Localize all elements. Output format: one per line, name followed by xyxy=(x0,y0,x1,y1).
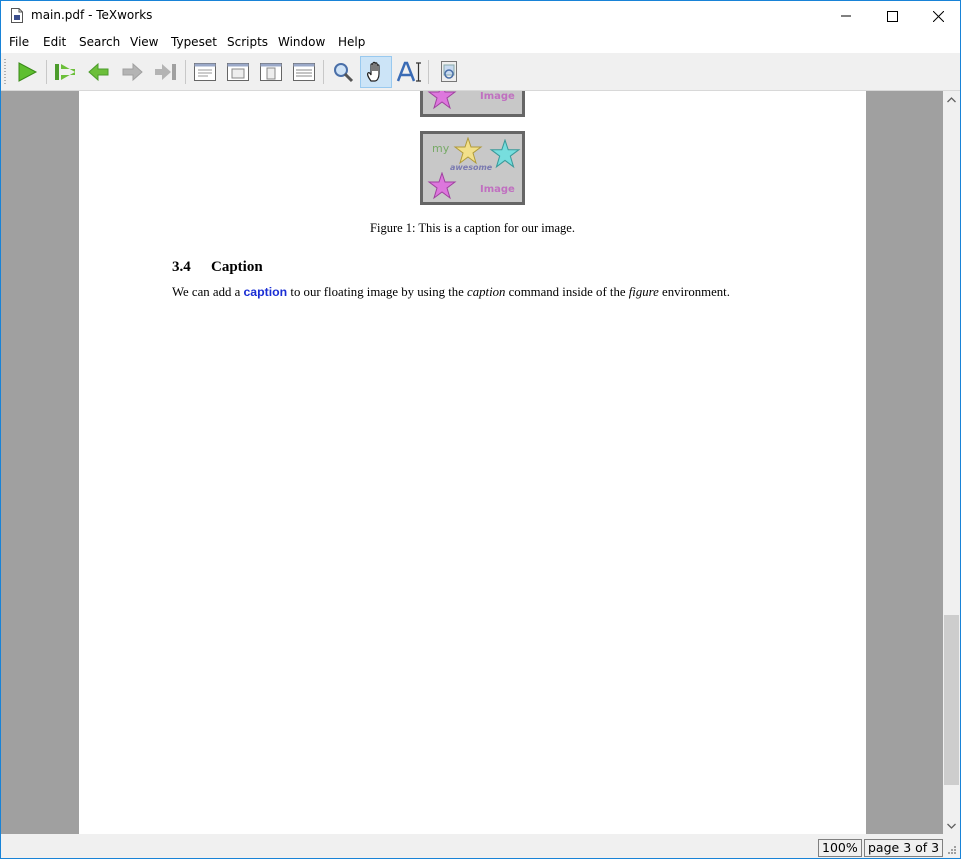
menu-window[interactable]: Window xyxy=(278,35,325,49)
first-page-button[interactable] xyxy=(50,57,80,87)
toolbar xyxy=(1,53,960,91)
menu-search[interactable]: Search xyxy=(79,35,120,49)
toolbar-separator xyxy=(428,60,429,84)
magnify-tool-button[interactable] xyxy=(328,57,358,87)
play-icon xyxy=(18,62,38,82)
paragraph-text: command inside of the xyxy=(505,285,629,299)
chevron-down-icon xyxy=(947,823,956,829)
last-page-button[interactable] xyxy=(151,57,181,87)
scroll-down-button[interactable] xyxy=(943,817,960,834)
figure-image-top: Image xyxy=(420,91,525,117)
page-actual-size-icon xyxy=(194,63,216,81)
menu-scripts[interactable]: Scripts xyxy=(227,35,268,49)
resize-grip-icon[interactable] xyxy=(945,845,957,857)
page-indicator[interactable]: page 3 of 3 xyxy=(864,839,944,857)
select-text-tool-button[interactable] xyxy=(394,57,424,87)
magnifier-icon xyxy=(334,63,354,83)
window-title: main.pdf - TeXworks xyxy=(31,8,153,22)
menu-file[interactable]: File xyxy=(9,35,29,49)
zoom-level[interactable]: 100% xyxy=(818,839,862,857)
title-bar: main.pdf - TeXworks xyxy=(1,1,960,31)
goto-source-button[interactable] xyxy=(434,57,464,87)
hand-icon xyxy=(367,61,380,82)
close-button[interactable] xyxy=(915,1,960,31)
section-number: 3.4 xyxy=(172,259,191,275)
page-fit-window-icon xyxy=(260,63,282,81)
figure-image: my awesome Image xyxy=(420,131,525,205)
toolbar-grip[interactable] xyxy=(4,59,6,85)
continuous-scroll-button[interactable] xyxy=(289,57,319,87)
vertical-scrollbar[interactable] xyxy=(943,91,960,834)
status-bar: 100% page 3 of 3 xyxy=(1,835,960,858)
star-icon xyxy=(427,172,457,200)
star-icon xyxy=(427,91,457,110)
minimize-icon xyxy=(841,15,851,17)
maximize-icon xyxy=(886,10,898,22)
menu-typeset[interactable]: Typeset xyxy=(171,35,217,49)
menu-help[interactable]: Help xyxy=(338,35,365,49)
previous-page-button[interactable] xyxy=(84,57,114,87)
figure-caption: Figure 1: This is a caption for our imag… xyxy=(370,221,575,235)
paragraph-text: We can add a xyxy=(172,285,244,299)
toolbar-separator xyxy=(185,60,186,84)
pdf-viewport[interactable]: Image my awesome Image Figure 1: This is… xyxy=(1,91,943,834)
arrow-right-icon xyxy=(122,62,143,82)
scrollbar-thumb[interactable] xyxy=(944,615,959,785)
chevron-up-icon xyxy=(947,96,956,102)
text-select-icon xyxy=(396,61,421,82)
goto-source-icon xyxy=(441,61,457,82)
maximize-button[interactable] xyxy=(869,1,915,31)
menu-view[interactable]: View xyxy=(130,35,158,49)
paragraph-text: environment. xyxy=(658,285,730,299)
minimize-button[interactable] xyxy=(823,1,869,31)
scroll-tool-button[interactable] xyxy=(360,56,392,88)
first-page-icon xyxy=(55,64,75,80)
star-icon xyxy=(489,139,521,169)
menu-bar: File Edit Search View Typeset Scripts Wi… xyxy=(1,31,960,53)
page-continuous-icon xyxy=(293,63,315,81)
actual-size-button[interactable] xyxy=(190,57,220,87)
section-heading: 3.4 Caption xyxy=(172,259,263,276)
figure-word-image: Image xyxy=(480,184,515,195)
texworks-window: main.pdf - TeXworks File Edit Search Vie… xyxy=(0,0,961,859)
pdf-page: Image my awesome Image Figure 1: This is… xyxy=(79,91,866,834)
fit-window-button[interactable] xyxy=(256,57,286,87)
caption-link[interactable]: caption xyxy=(243,285,287,299)
section-title: Caption xyxy=(211,259,263,275)
paragraph-text: to our floating image by using the xyxy=(287,285,468,299)
menu-edit[interactable]: Edit xyxy=(43,35,66,49)
fit-width-button[interactable] xyxy=(223,57,253,87)
figure-word-image: Image xyxy=(480,91,515,102)
scroll-up-button[interactable] xyxy=(943,91,960,108)
last-page-icon xyxy=(155,64,176,80)
paragraph-emphasis: figure xyxy=(628,285,659,299)
star-icon xyxy=(453,137,483,165)
arrow-left-icon xyxy=(88,62,109,82)
page-fit-width-icon xyxy=(227,63,249,81)
paragraph-emphasis: caption xyxy=(467,285,506,299)
typeset-button[interactable] xyxy=(12,57,42,87)
next-page-button[interactable] xyxy=(117,57,147,87)
toolbar-separator xyxy=(46,60,47,84)
body-paragraph: We can add a caption to our floating ima… xyxy=(172,285,730,300)
figure-word-my: my xyxy=(432,142,450,155)
figure-word-awesome: awesome xyxy=(450,163,493,172)
close-icon xyxy=(932,10,944,22)
pdf-file-icon xyxy=(11,8,23,23)
toolbar-separator xyxy=(323,60,324,84)
